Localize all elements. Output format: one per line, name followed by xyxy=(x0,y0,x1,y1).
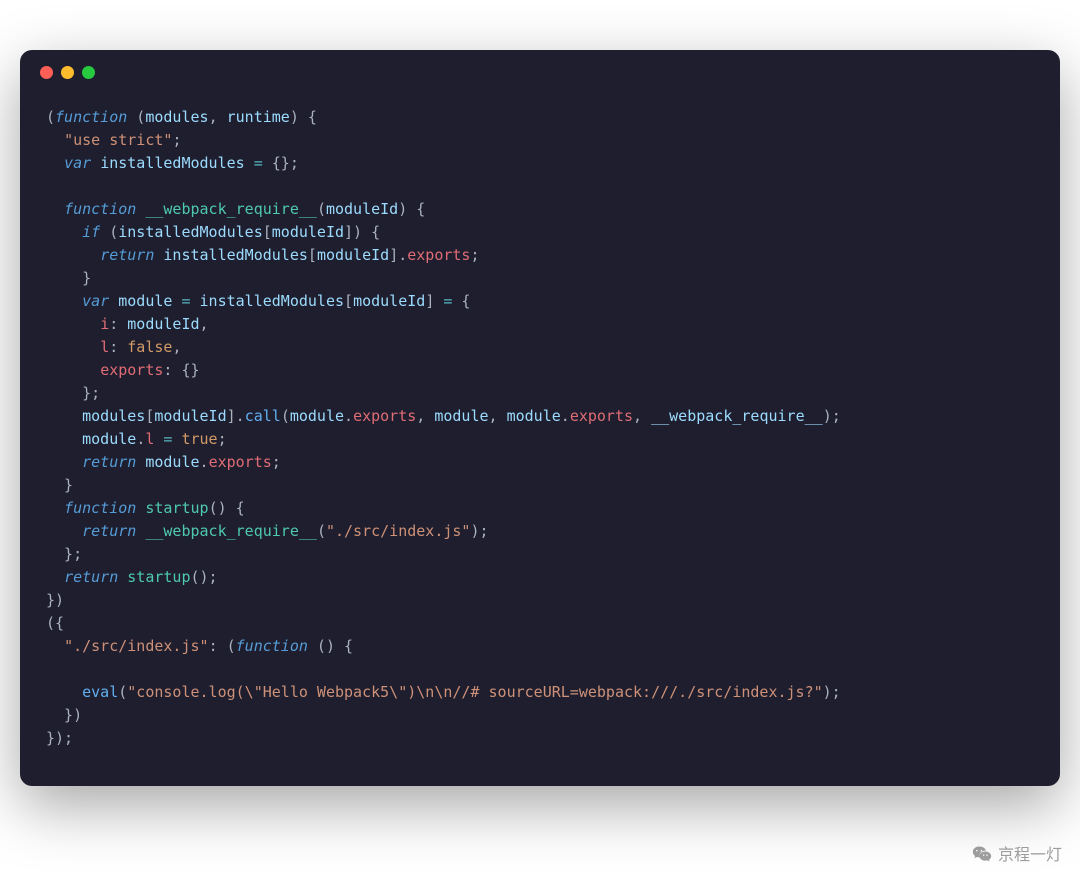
code-line: (function (modules, runtime) { xyxy=(46,106,1034,129)
wechat-icon xyxy=(972,844,992,862)
code-block: (function (modules, runtime) { "use stri… xyxy=(20,94,1060,786)
code-line: ({ xyxy=(46,612,1034,635)
maximize-icon[interactable] xyxy=(82,66,95,79)
code-line: return installedModules[moduleId].export… xyxy=(46,244,1034,267)
code-line: function startup() { xyxy=(46,497,1034,520)
code-line: function __webpack_require__(moduleId) { xyxy=(46,198,1034,221)
code-line: "./src/index.js": (function () { xyxy=(46,635,1034,658)
watermark: 京程一灯 xyxy=(972,841,1062,865)
code-window: (function (modules, runtime) { "use stri… xyxy=(20,50,1060,786)
code-line: } xyxy=(46,267,1034,290)
close-icon[interactable] xyxy=(40,66,53,79)
code-line: i: moduleId, xyxy=(46,313,1034,336)
code-line: }) xyxy=(46,589,1034,612)
code-line: modules[moduleId].call(module.exports, m… xyxy=(46,405,1034,428)
code-line: var installedModules = {}; xyxy=(46,152,1034,175)
code-line: "use strict"; xyxy=(46,129,1034,152)
code-line: }) xyxy=(46,704,1034,727)
code-line: } xyxy=(46,474,1034,497)
code-line: return __webpack_require__("./src/index.… xyxy=(46,520,1034,543)
code-line: return module.exports; xyxy=(46,451,1034,474)
titlebar xyxy=(20,50,1060,94)
watermark-text: 京程一灯 xyxy=(998,841,1062,865)
code-line: }); xyxy=(46,727,1034,750)
code-line: }; xyxy=(46,543,1034,566)
code-line xyxy=(46,175,1034,198)
code-line: }; xyxy=(46,382,1034,405)
code-line: exports: {} xyxy=(46,359,1034,382)
minimize-icon[interactable] xyxy=(61,66,74,79)
code-line: return startup(); xyxy=(46,566,1034,589)
code-line xyxy=(46,658,1034,681)
code-line: if (installedModules[moduleId]) { xyxy=(46,221,1034,244)
code-line: var module = installedModules[moduleId] … xyxy=(46,290,1034,313)
code-line: module.l = true; xyxy=(46,428,1034,451)
code-line: l: false, xyxy=(46,336,1034,359)
code-line: eval("console.log(\"Hello Webpack5\")\n\… xyxy=(46,681,1034,704)
